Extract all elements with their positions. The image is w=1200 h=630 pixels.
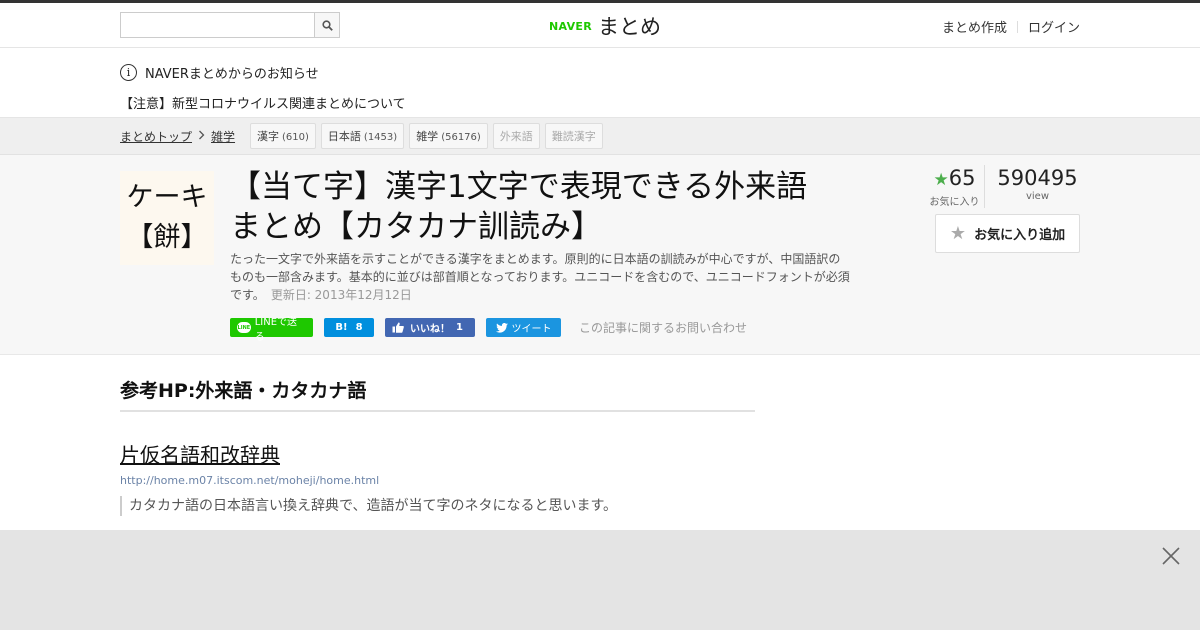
facebook-like-label: いいね！ [410,324,450,335]
search-button[interactable] [314,12,340,38]
tweet-button[interactable]: ツイート [486,318,561,337]
notice-title: NAVERまとめからのお知らせ [145,66,319,82]
search-input[interactable] [120,12,315,38]
title-line-1: 【当て字】漢字1文字で表現できる外来語 [230,169,808,205]
line-share-button[interactable]: LINE LINEで送る [230,317,313,343]
tweet-label: ツイート [511,324,552,335]
ad-banner [0,530,1200,630]
tag-label: 外来語 [499,130,533,143]
reference-link-title[interactable]: 片仮名語和改辞典 [120,439,1200,468]
tag-label: 日本語 [327,130,361,143]
thumbnail-line-1: ケーキ [126,182,208,213]
search-icon [321,19,333,31]
reference-quote: カタカナ語の日本語言い換え辞典で、造語が当て字のネタになると思います。 [120,496,1200,516]
hatena-label: B! [335,322,348,333]
login-link[interactable]: ログイン [1028,17,1080,36]
thumbnail-line-2: 【餅】 [126,222,208,253]
updated-date: 更新日: 2013年12月12日 [270,288,412,302]
tag-gairaigo[interactable]: 外来語 [492,123,540,149]
tag-label: 雑学 [416,130,439,143]
tag-kanji[interactable]: 漢字 (610) [250,123,316,149]
favorites-label: お気に入り [929,197,980,208]
article-stats: ★65 お気に入り 590495 view [925,165,1080,208]
close-icon[interactable] [1160,545,1182,567]
favorites-count: 65 [948,166,976,190]
tag-count: (1453) [363,132,398,143]
chevron-right-icon [198,129,205,143]
contact-link[interactable]: この記事に関するお問い合わせ [579,319,747,336]
facebook-like-button[interactable]: いいね！ 1 [385,318,475,337]
header-links: まとめ作成 ログイン [942,17,1080,36]
line-share-label: LINEで送る [254,316,298,343]
views-stat: 590495 view [985,165,1080,208]
add-favorite-label: お気に入り追加 [974,228,1066,243]
divider [1016,20,1018,33]
page-title: 【当て字】漢字1文字で表現できる外来語 まとめ【カタカナ訓読み】 [230,167,850,247]
create-matome-link[interactable]: まとめ作成 [942,17,1007,36]
add-favorite-button[interactable]: ★ お気に入り追加 [935,214,1080,253]
breadcrumb-top-link[interactable]: まとめトップ [120,128,192,145]
share-bar: LINE LINEで送る B! 8 いいね！ 1 ツイート この記事に関するお問… [230,317,747,343]
breadcrumb-category-link[interactable]: 雑学 [211,128,235,145]
article-description: たった一文字で外来語を示すことができる漢字をまとめます。原則的に日本語の訓読みが… [230,250,850,304]
star-icon: ★ [933,170,949,190]
article-thumbnail[interactable]: ケーキ 【餅】 [120,171,214,265]
tag-nandoku-kanji[interactable]: 難読漢字 [544,123,603,149]
section-heading: 参考HP:外来語・カタカナ語 [120,376,755,412]
notice-item-link[interactable]: 【注意】新型コロナウイルス関連まとめについて [120,93,1200,112]
article-content: 参考HP:外来語・カタカナ語 片仮名語和改辞典 http://home.m07.… [0,355,1200,530]
thumbs-up-icon [392,322,404,333]
reference-link-url[interactable]: http://home.m07.itscom.net/moheji/home.h… [120,474,1200,487]
views-count: 590495 [997,166,1078,190]
logo-brand: NAVER [549,19,592,33]
breadcrumb: まとめトップ 雑学 漢字 (610) 日本語 (1453) 雑学 (56176) 外来… [0,118,1200,155]
tag-nihongo[interactable]: 日本語 (1453) [320,123,405,149]
twitter-bird-icon [495,322,508,333]
star-icon: ★ [949,223,967,244]
title-line-2: まとめ【カタカナ訓読み】 [230,209,602,245]
facebook-like-count: 1 [456,322,463,333]
hatena-bookmark-button[interactable]: B! 8 [324,318,374,337]
tag-label: 難読漢字 [551,130,596,143]
tag-count: (56176) [441,132,481,143]
tag-label: 漢字 [257,130,280,143]
hatena-count: 8 [355,322,363,333]
site-header: NAVER まとめ まとめ作成 ログイン [0,3,1200,48]
article-header: ケーキ 【餅】 【当て字】漢字1文字で表現できる外来語 まとめ【カタカナ訓読み】… [0,155,1200,355]
tag-zatsugaku[interactable]: 雑学 (56176) [409,123,488,149]
views-label: view [1025,191,1050,202]
line-icon: LINE [237,322,251,333]
site-logo[interactable]: NAVER まとめ [549,11,661,41]
notice-section: i NAVERまとめからのお知らせ 【注意】新型コロナウイルス関連まとめについて [0,48,1200,118]
logo-text: まとめ [597,15,661,39]
info-icon: i [120,63,137,81]
favorites-stat: ★65 お気に入り [925,165,985,208]
search-box [120,12,340,38]
tag-count: (610) [282,132,309,143]
